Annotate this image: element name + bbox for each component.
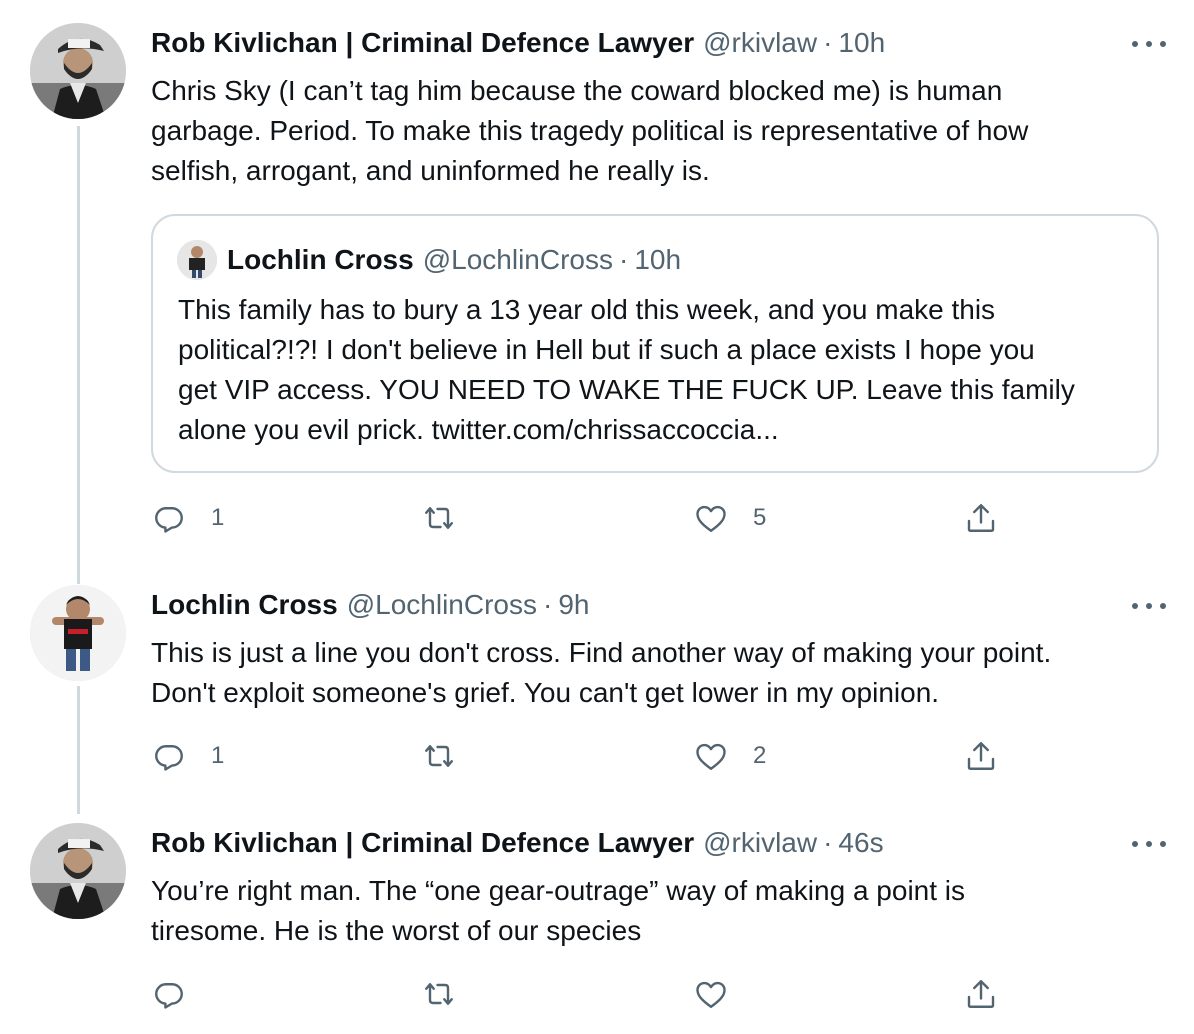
share-icon — [963, 738, 999, 774]
tweet-header: Lochlin Cross @LochlinCross · 9h — [151, 585, 589, 625]
tweet-text-line: Don't exploit someone's grief. You can't… — [151, 677, 940, 708]
author-name[interactable]: Rob Kivlichan | Criminal Defence Lawyer — [151, 823, 694, 863]
avatar[interactable] — [30, 823, 126, 919]
tweet-header: Rob Kivlichan | Criminal Defence Lawyer … — [151, 23, 885, 63]
author-handle[interactable]: @rkivlaw — [703, 23, 817, 63]
reply-icon — [151, 738, 187, 774]
tweet-text-line: tiresome. He is the worst of our species — [151, 915, 642, 946]
like-button[interactable]: 5 — [693, 498, 766, 538]
reply-icon — [151, 500, 187, 536]
author-name[interactable]: Rob Kivlichan | Criminal Defence Lawyer — [151, 23, 694, 63]
like-button[interactable] — [693, 974, 753, 1014]
tweet-text: You’re right man. The “one gear-outrage”… — [151, 871, 1161, 951]
quote-text-line: political?!?! I don't believe in Hell bu… — [178, 334, 1035, 365]
quoted-tweet[interactable]: Lochlin Cross @LochlinCross · 10h This f… — [151, 214, 1159, 473]
separator: · — [542, 589, 553, 620]
quote-avatar — [177, 240, 217, 280]
tweet-text: Chris Sky (I can’t tag him because the c… — [151, 71, 1161, 191]
more-options-icon[interactable] — [1132, 599, 1166, 613]
quote-author-handle: @LochlinCross — [422, 244, 613, 275]
retweet-button[interactable] — [421, 974, 481, 1014]
heart-icon — [693, 500, 729, 536]
author-handle[interactable]: @LochlinCross — [347, 585, 537, 625]
share-button[interactable] — [963, 498, 999, 538]
share-button[interactable] — [963, 736, 999, 776]
share-icon — [963, 976, 999, 1012]
tweet-header: Rob Kivlichan | Criminal Defence Lawyer … — [151, 823, 884, 863]
avatar[interactable] — [30, 585, 126, 681]
like-count: 2 — [753, 742, 767, 769]
retweet-button[interactable] — [421, 498, 481, 538]
tweet[interactable]: Rob Kivlichan | Criminal Defence Lawyer … — [0, 23, 1194, 553]
quote-header: Lochlin Cross @LochlinCross · 10h — [227, 240, 681, 280]
like-count: 5 — [753, 504, 767, 531]
tweet-text-line: You’re right man. The “one gear-outrage”… — [151, 875, 966, 906]
separator: · — [823, 827, 833, 858]
separator: · — [618, 244, 629, 275]
tweet[interactable]: Lochlin Cross @LochlinCross · 9h This is… — [0, 585, 1194, 795]
author-name[interactable]: Lochlin Cross — [151, 585, 338, 625]
tweet[interactable]: Rob Kivlichan | Criminal Defence Lawyer … — [0, 823, 1194, 1033]
tweet-actions — [151, 974, 1031, 1014]
tweet-text-line: Chris Sky (I can’t tag him because the c… — [151, 75, 1003, 106]
quote-text-line: get VIP access. YOU NEED TO WAKE THE FUC… — [178, 374, 1075, 405]
reply-icon — [151, 976, 187, 1012]
share-icon — [963, 500, 999, 536]
quote-timestamp: 10h — [634, 244, 682, 275]
heart-icon — [693, 976, 729, 1012]
quote-text: This family has to bury a 13 year old th… — [178, 290, 1138, 450]
reply-button[interactable]: 1 — [151, 498, 224, 538]
reply-count: 1 — [211, 504, 225, 531]
tweet-actions: 1 5 — [151, 498, 1031, 538]
reply-button[interactable]: 1 — [151, 736, 224, 776]
timestamp[interactable]: 9h — [558, 585, 589, 625]
like-button[interactable]: 2 — [693, 736, 766, 776]
retweet-icon — [421, 500, 457, 536]
quote-author-name: Lochlin Cross — [227, 244, 414, 275]
reply-button[interactable] — [151, 974, 211, 1014]
avatar[interactable] — [30, 23, 126, 119]
tweet-actions: 1 2 — [151, 736, 1031, 776]
share-button[interactable] — [963, 974, 999, 1014]
retweet-button[interactable] — [421, 736, 481, 776]
timestamp[interactable]: 10h — [838, 23, 885, 63]
separator: · — [823, 27, 833, 58]
more-options-icon[interactable] — [1132, 37, 1166, 51]
retweet-icon — [421, 976, 457, 1012]
more-options-icon[interactable] — [1132, 837, 1166, 851]
author-handle[interactable]: @rkivlaw — [703, 823, 817, 863]
tweet-text-line: garbage. Period. To make this tragedy po… — [151, 115, 1029, 146]
retweet-icon — [421, 738, 457, 774]
timestamp[interactable]: 46s — [838, 823, 883, 863]
tweet-text: This is just a line you don't cross. Fin… — [151, 633, 1161, 713]
tweet-text-line: This is just a line you don't cross. Fin… — [151, 637, 1052, 668]
quote-text-line[interactable]: alone you evil prick. twitter.com/chriss… — [178, 410, 1138, 450]
quote-text-line: This family has to bury a 13 year old th… — [178, 294, 996, 325]
heart-icon — [693, 738, 729, 774]
tweet-text-line: selfish, arrogant, and uninformed he rea… — [151, 155, 710, 186]
reply-count: 1 — [211, 742, 225, 769]
